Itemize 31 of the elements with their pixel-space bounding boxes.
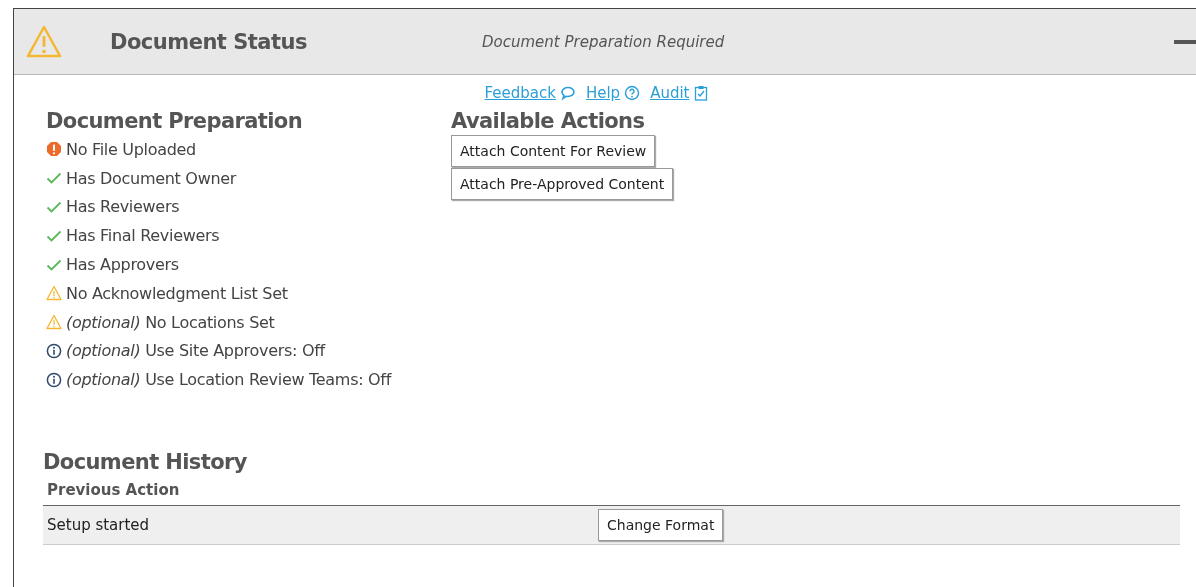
column-header: Previous Action: [47, 481, 180, 500]
section-heading: Available Actions: [451, 109, 646, 133]
status-item: (optional) No Locations Set: [66, 312, 275, 332]
status-item: (optional) Use Site Approvers: Off: [66, 341, 325, 361]
check-icon: [46, 199, 62, 215]
status-item: Has Approvers: [66, 255, 179, 275]
status-item: Has Document Owner: [66, 168, 237, 188]
action-button[interactable]: Attach Content For Review: [451, 135, 656, 167]
warning-icon: [46, 314, 62, 331]
status-item: Has Final Reviewers: [66, 226, 220, 246]
error-icon: [46, 141, 62, 158]
status-item: No File Uploaded: [66, 139, 196, 159]
warning-icon: [46, 285, 62, 302]
status-item: Has Reviewers: [66, 197, 180, 217]
section-heading: Document Preparation: [46, 109, 304, 133]
status-item: (optional) Use Location Review Teams: Off: [66, 370, 391, 390]
info-icon: [46, 371, 62, 388]
change-format-button[interactable]: Change Format: [598, 509, 724, 542]
clipboard-check-icon[interactable]: [693, 85, 710, 101]
speech-bubble-icon[interactable]: [559, 85, 576, 101]
status-item: No Acknowledgment List Set: [66, 283, 288, 303]
action-button[interactable]: Attach Pre-Approved Content: [451, 168, 674, 200]
info-icon: [46, 342, 62, 359]
check-icon: [46, 170, 62, 187]
section-heading: Document History: [43, 450, 248, 475]
help-icon[interactable]: [624, 85, 641, 101]
collapse-icon[interactable]: [1174, 39, 1196, 44]
status-text: Document Preparation Required: [482, 32, 725, 51]
table-cell-text: Setup started: [47, 516, 151, 535]
panel-title: Document Status: [110, 29, 308, 54]
warning-icon: [26, 24, 62, 59]
